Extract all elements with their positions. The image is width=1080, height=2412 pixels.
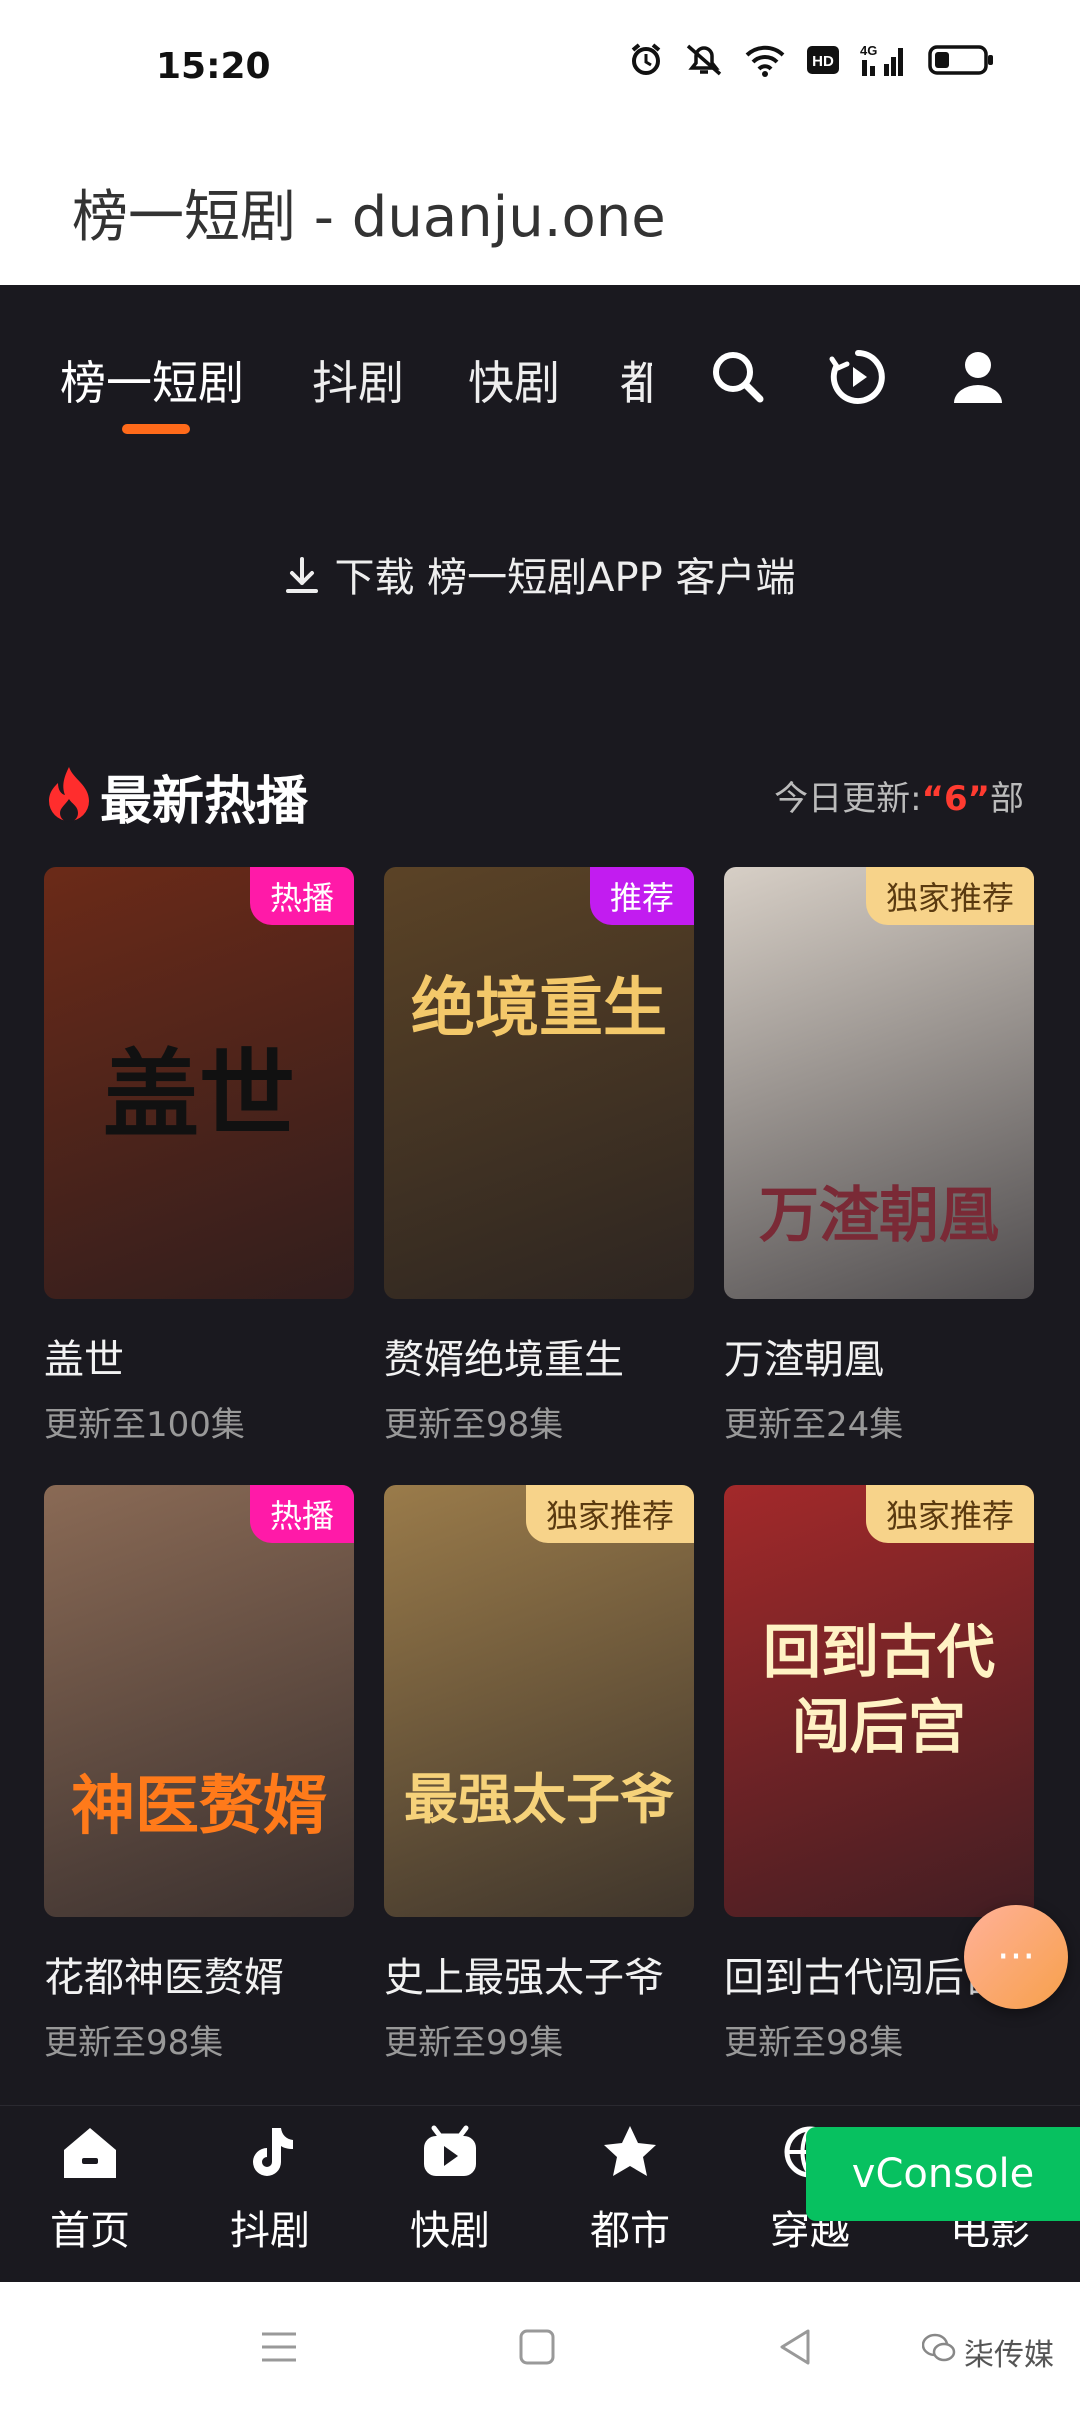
today-count: “6”	[921, 779, 990, 819]
today-update: 今日更新:“6”部	[774, 771, 1024, 820]
user-icon[interactable]	[948, 347, 1008, 407]
vconsole-button[interactable]: vConsole	[806, 2127, 1080, 2221]
drama-badge: 独家推荐	[865, 867, 1034, 925]
more-fab-button[interactable]: ···	[964, 1905, 1068, 2009]
bottom-nav-home[interactable]: 首页	[20, 2124, 160, 2256]
section-header: 最新热播 今日更新:“6”部	[44, 759, 1044, 839]
kuaishou-icon	[380, 2124, 520, 2184]
drama-poster[interactable]: 盖世 热播	[44, 867, 354, 1299]
bottom-nav-label: 快剧	[410, 2208, 490, 2254]
drama-card[interactable]: 最强太子爷 独家推荐 史上最强太子爷 更新至99集	[384, 1485, 694, 2064]
search-icon[interactable]	[708, 347, 768, 407]
top-nav: 榜一短剧 抖剧 快剧 都	[0, 285, 1080, 460]
poster-title: 回到古代 闯后宫	[762, 1618, 995, 1762]
drama-poster[interactable]: 绝境重生 推荐	[384, 867, 694, 1299]
star-icon	[560, 2124, 700, 2184]
watermark-text: 柒传媒	[964, 2338, 1054, 2373]
status-bar: 15:20 HD 4G	[0, 0, 1080, 120]
web-content: 榜一短剧 抖剧 快剧 都 下载 榜一短剧APP 客户端 最新热播 今日更新:“6…	[0, 285, 1080, 2105]
drama-poster[interactable]: 神医赘婿 热播	[44, 1485, 354, 1917]
section-title: 最新热播	[100, 772, 309, 832]
battery-icon	[928, 44, 994, 76]
drama-poster[interactable]: 最强太子爷 独家推荐	[384, 1485, 694, 1917]
wechat-icon	[921, 2333, 956, 2371]
home-square-icon[interactable]	[516, 2326, 558, 2372]
drama-card[interactable]: 盖世 热播 盖世 更新至100集	[44, 867, 354, 1446]
watermark: 柒传媒	[921, 2330, 1054, 2374]
mute-icon	[684, 42, 724, 78]
poster-title: 盖世	[103, 1039, 295, 1151]
tab-kuaiju[interactable]: 快剧	[468, 347, 560, 413]
tiktok-icon	[200, 2124, 340, 2184]
drama-episodes: 更新至98集	[44, 2023, 224, 2063]
play-history-icon[interactable]	[828, 347, 888, 407]
alarm-icon	[628, 42, 664, 78]
menu-icon[interactable]	[258, 2326, 300, 2372]
bottom-nav-kuaiju[interactable]: 快剧	[380, 2124, 520, 2256]
svg-text:4G: 4G	[860, 43, 877, 58]
tab-douju[interactable]: 抖剧	[312, 347, 404, 413]
bottom-nav-label: 抖剧	[230, 2208, 310, 2254]
poster-title: 万渣朝凰	[759, 1181, 999, 1251]
signal-icon: 4G	[860, 42, 908, 78]
poster-title: 绝境重生	[411, 972, 667, 1046]
tab-bangyi[interactable]: 榜一短剧	[60, 347, 244, 413]
fire-icon	[44, 765, 94, 829]
drama-badge: 热播	[249, 1485, 354, 1543]
drama-card[interactable]: 万渣朝凰 独家推荐 万渣朝凰 更新至24集	[724, 867, 1034, 1446]
svg-text:HD: HD	[812, 53, 834, 70]
drama-poster[interactable]: 万渣朝凰 独家推荐	[724, 867, 1034, 1299]
browser-title-bar: 榜一短剧 - duanju.one	[0, 120, 1080, 285]
today-unit: 部	[990, 779, 1024, 819]
drama-episodes: 更新至98集	[724, 2023, 904, 2063]
drama-episodes: 更新至98集	[384, 1405, 564, 1445]
download-text: 下载 榜一短剧APP 客户端	[334, 555, 796, 601]
today-label: 今日更新:	[774, 779, 922, 819]
bottom-nav-label: 都市	[590, 2208, 670, 2254]
tab-dushi-partial[interactable]: 都	[620, 347, 652, 413]
hd-icon: HD	[806, 45, 840, 75]
poster-title: 最强太子爷	[404, 1768, 674, 1831]
wifi-icon	[744, 43, 786, 77]
more-dots-icon: ···	[996, 1934, 1036, 1980]
back-icon[interactable]	[774, 2326, 816, 2372]
drama-title[interactable]: 花都神医赘婿	[44, 1945, 354, 2003]
drama-badge: 推荐	[589, 867, 694, 925]
drama-episodes: 更新至24集	[724, 1405, 904, 1445]
drama-episodes: 更新至99集	[384, 2023, 564, 2063]
drama-card[interactable]: 绝境重生 推荐 赘婿绝境重生 更新至98集	[384, 867, 694, 1446]
drama-card[interactable]: 神医赘婿 热播 花都神医赘婿 更新至98集	[44, 1485, 354, 2064]
home-icon	[20, 2124, 160, 2184]
download-icon	[284, 555, 320, 605]
active-tab-indicator	[122, 424, 190, 434]
drama-badge: 独家推荐	[525, 1485, 694, 1543]
status-time: 15:20	[156, 46, 271, 87]
bottom-nav-label: 首页	[50, 2208, 130, 2254]
drama-title[interactable]: 盖世	[44, 1327, 354, 1385]
drama-poster[interactable]: 回到古代 闯后宫 独家推荐	[724, 1485, 1034, 1917]
system-nav-bar: 柒传媒	[0, 2282, 1080, 2412]
drama-title[interactable]: 万渣朝凰	[724, 1327, 1034, 1385]
drama-badge: 独家推荐	[865, 1485, 1034, 1543]
download-app-link[interactable]: 下载 榜一短剧APP 客户端	[0, 545, 1080, 605]
drama-title[interactable]: 赘婿绝境重生	[384, 1327, 694, 1385]
drama-episodes: 更新至100集	[44, 1405, 245, 1445]
bottom-nav-douju[interactable]: 抖剧	[200, 2124, 340, 2256]
page-title: 榜一短剧 - duanju.one	[72, 185, 666, 250]
drama-badge: 热播	[249, 867, 354, 925]
status-icons: HD 4G	[628, 42, 994, 78]
drama-title[interactable]: 史上最强太子爷	[384, 1945, 694, 2003]
poster-title: 神医赘婿	[71, 1770, 327, 1844]
bottom-nav-dushi[interactable]: 都市	[560, 2124, 700, 2256]
